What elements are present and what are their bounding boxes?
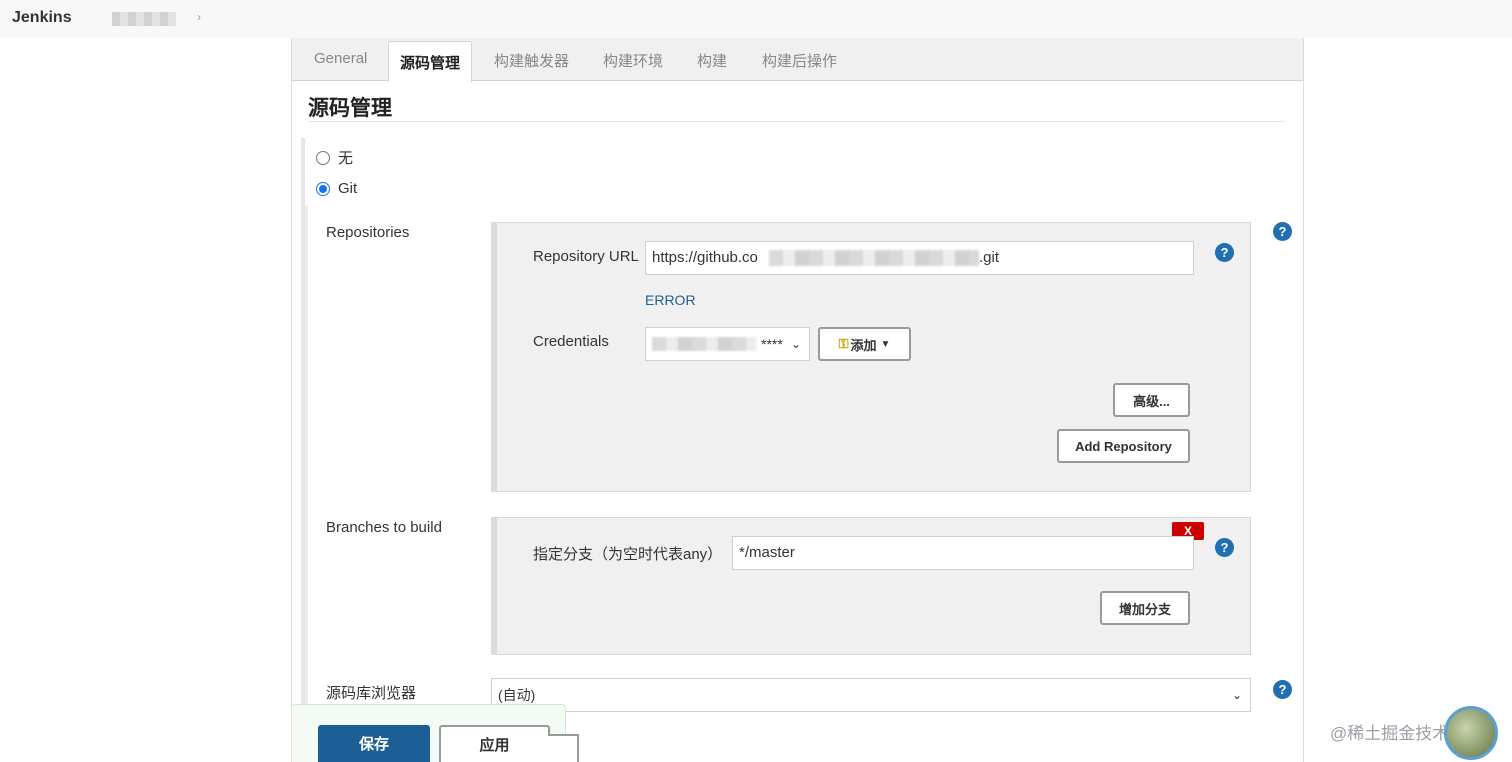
repositories-label: Repositories [326,224,410,241]
repo-url-start: https://github.co [652,249,758,266]
repositories-help-icon[interactable]: ? [1273,222,1292,241]
breadcrumb-chevron-icon[interactable]: › [197,10,201,24]
apply-button[interactable]: 应用 [439,725,550,762]
section-divider [308,121,1285,122]
scm-option-none[interactable]: 无 [316,147,353,168]
branches-label: Branches to build [326,519,442,536]
tab-build-environment[interactable]: 构建环境 [603,50,663,71]
config-panel: General 源码管理 构建触发器 构建环境 构建 构建后操作 源码管理 无 … [291,38,1304,762]
credentials-value: **** [761,336,783,352]
radio-git[interactable] [316,181,330,196]
breadcrumb-job-name[interactable] [112,12,176,26]
repo-browser-select[interactable]: (自动) ⌄ [491,678,1251,712]
credentials-redacted [652,337,757,351]
add-credential-button[interactable]: ⚿ 添加 ▼ [818,327,911,361]
repository-panel: Repository URL https://github.co .git ? … [491,222,1251,492]
chevron-down-icon: ⌄ [1231,688,1242,702]
section-title: 源码管理 [308,97,392,120]
repo-url-redacted [769,250,979,266]
repo-browser-label: 源码库浏览器 [326,685,417,702]
repo-browser-help-icon[interactable]: ? [1273,680,1292,699]
chevron-down-icon: ⌄ [790,337,801,351]
branches-panel: X 指定分支（为空时代表any） */master ? 增加分支 [491,517,1251,655]
credentials-label: Credentials [533,333,609,350]
tab-build[interactable]: 构建 [697,50,727,71]
config-tabbar: General 源码管理 构建触发器 构建环境 构建 构建后操作 [292,38,1303,82]
repo-url-help-icon[interactable]: ? [1215,243,1234,262]
repo-browser-value: (自动) [498,687,536,703]
tab-post-build[interactable]: 构建后操作 [762,50,837,71]
top-bar: Jenkins › [0,0,1512,38]
tab-scm[interactable]: 源码管理 [388,41,473,82]
branch-specifier-label: 指定分支（为空时代表any） [533,546,723,563]
radio-none[interactable] [316,150,330,165]
key-icon: ⚿ [838,336,849,351]
add-branch-button[interactable]: 增加分支 [1100,591,1190,625]
branch-help-icon[interactable]: ? [1215,538,1234,557]
save-button[interactable]: 保存 [318,725,430,762]
branch-specifier-input[interactable]: */master [732,536,1194,570]
tab-general[interactable]: General [314,50,367,67]
add-credential-label: 添加 [850,337,877,353]
scm-none-label: 无 [338,150,354,167]
jenkins-logo-text[interactable]: Jenkins [12,9,72,27]
tab-build-triggers[interactable]: 构建触发器 [494,50,569,71]
advanced-button[interactable]: 高级... [1113,383,1190,417]
avatar[interactable] [1444,706,1498,760]
scm-option-git[interactable]: Git [316,180,357,197]
repo-url-error: ERROR [645,292,696,308]
scm-git-label: Git [338,180,358,197]
credentials-select[interactable]: **** ⌄ [645,327,810,361]
repo-url-label: Repository URL [533,248,639,265]
caret-down-icon: ▼ [880,338,891,350]
overlapped-button-edge [548,734,579,762]
add-repository-button[interactable]: Add Repository [1057,429,1190,463]
repo-url-end: .git [979,249,1000,266]
git-indent-bar [305,206,308,762]
